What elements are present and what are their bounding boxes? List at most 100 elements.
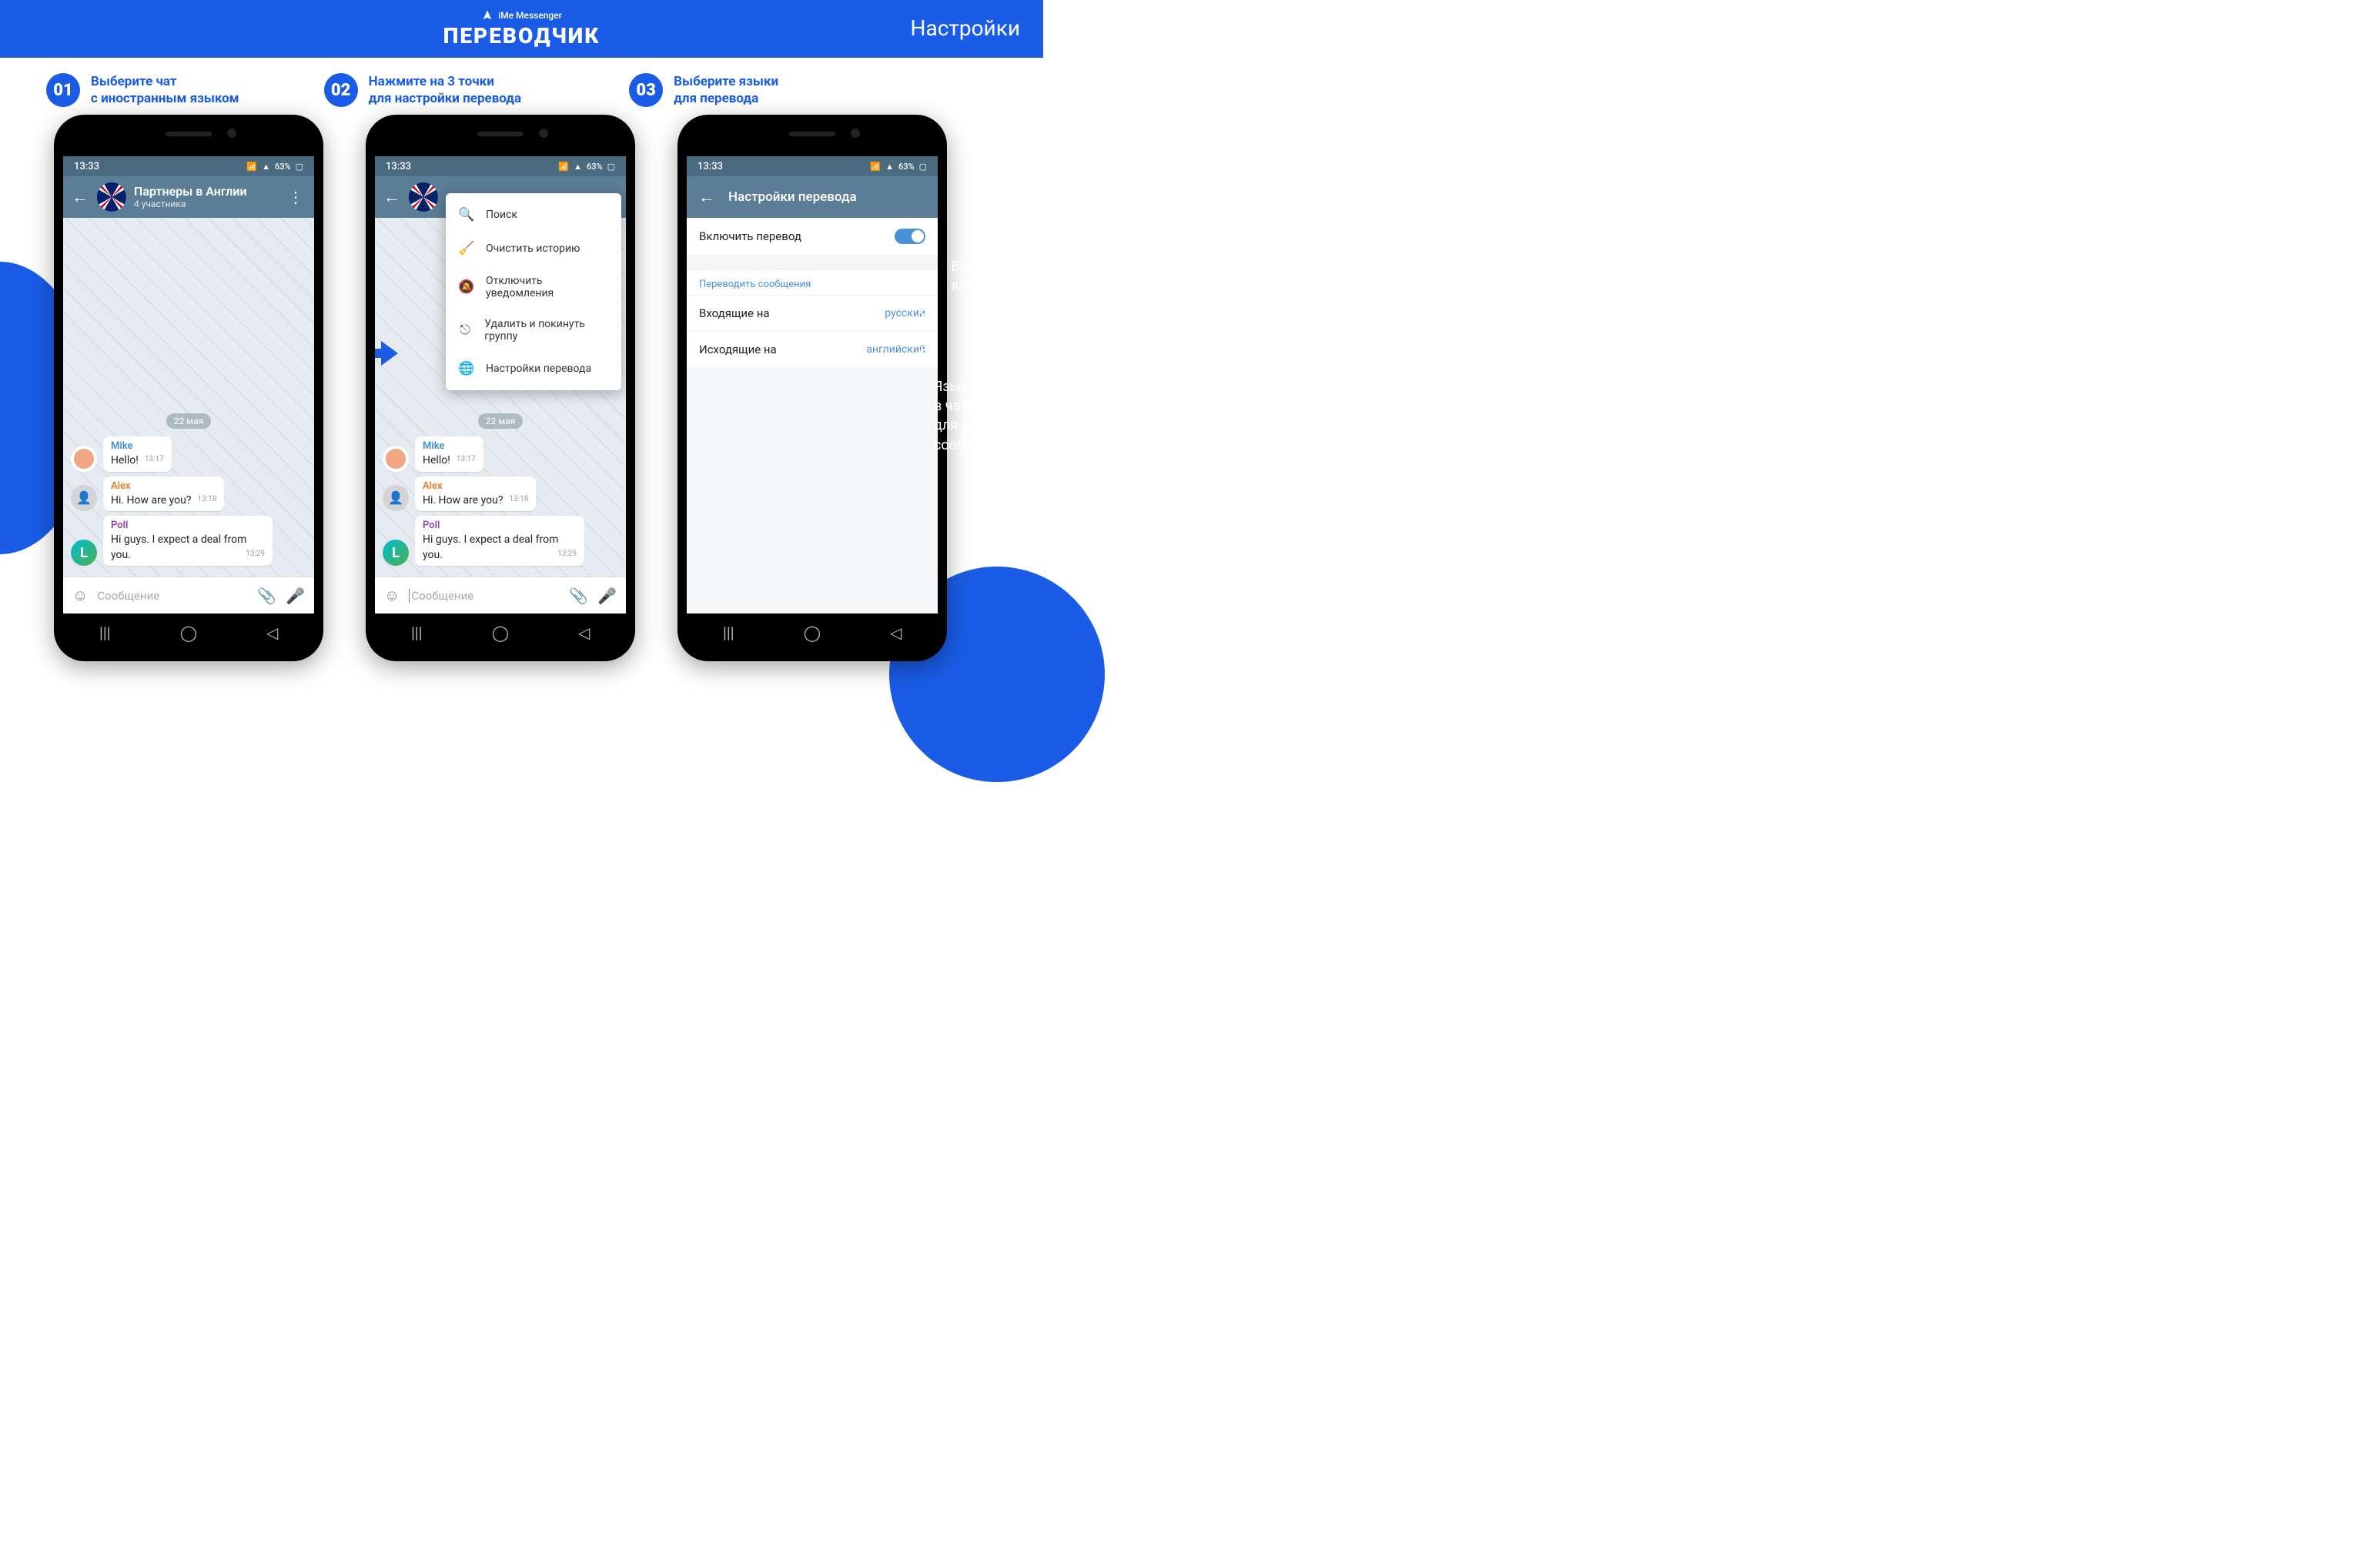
nav-home-icon[interactable]: ◯ xyxy=(491,624,510,642)
chat-header[interactable]: ← Партнеры в Англии 4 участника ⋮ xyxy=(63,176,314,218)
top-banner: iMe Messenger ПЕРЕВОДЧИК Настройки xyxy=(0,0,1043,58)
step-1: 01 Выберите чат с иностранным языком xyxy=(46,73,239,107)
message-alex[interactable]: 👤 Alex Hi. How are you? 13:18 xyxy=(71,476,306,511)
annotation-connector-dot xyxy=(920,349,928,356)
date-pill: 22 мая xyxy=(478,413,523,429)
outgoing-language-label: Исходящие на xyxy=(699,343,777,356)
message-time: 13:18 xyxy=(198,495,217,503)
pointer-arrow-icon xyxy=(375,339,398,367)
step-3-text: Выберите языки для перевода xyxy=(674,73,778,107)
step-1-number: 01 xyxy=(46,73,80,107)
status-icons: 📶 ▲ 63% ▢ xyxy=(246,162,303,172)
enable-translation-label: Включить перевод xyxy=(699,229,801,243)
message-input-bar[interactable]: ☺ Сообщение 📎 🎤 xyxy=(63,577,314,613)
menu-search[interactable]: 🔍 Поиск xyxy=(446,198,621,232)
message-mike[interactable]: Mike Hello! 13:17 xyxy=(383,436,618,471)
back-arrow-icon[interactable]: ← xyxy=(71,187,89,207)
step-1-text: Выберите чат с иностранным языком xyxy=(91,73,239,107)
avatar-alex[interactable]: 👤 xyxy=(383,485,409,511)
status-time: 13:33 xyxy=(698,161,723,172)
screen-3: 13:33 📶 ▲ 63% ▢ ← Настройки перевода Вкл… xyxy=(687,156,938,613)
message-poll[interactable]: L Poll Hi guys. I expect a deal from you… xyxy=(71,516,306,566)
mic-icon[interactable]: 🎤 xyxy=(286,587,305,605)
emoji-icon[interactable]: ☺ xyxy=(384,586,400,605)
message-text: Hi guys. I expect a deal from you. xyxy=(423,533,558,561)
enable-translation-toggle[interactable] xyxy=(895,229,925,244)
wifi-icon: 📶 xyxy=(558,162,569,172)
nav-home-icon[interactable]: ◯ xyxy=(179,624,198,642)
nav-recents-icon[interactable]: ||| xyxy=(407,624,426,642)
menu-clear-history[interactable]: 🧹 Очистить историю xyxy=(446,232,621,266)
nav-home-icon[interactable]: ◯ xyxy=(803,624,821,642)
battery-icon: ▢ xyxy=(607,162,615,172)
outgoing-language-row[interactable]: Исходящие на английский xyxy=(687,331,938,367)
step-3: 03 Выберите языки для перевода xyxy=(629,73,778,107)
screen-2: 13:33 📶 ▲ 63% ▢ ← 🔍 Поиск xyxy=(375,156,626,613)
incoming-language-row[interactable]: Входящие на русский xyxy=(687,295,938,331)
sender-name: Poll xyxy=(423,520,577,531)
status-bar: 13:33 📶 ▲ 63% ▢ xyxy=(63,156,314,176)
menu-label: Настройки перевода xyxy=(486,363,591,375)
nav-back-icon[interactable]: ◁ xyxy=(263,624,282,642)
search-icon: 🔍 xyxy=(458,207,473,222)
avatar-mike[interactable] xyxy=(383,446,409,472)
battery-label: 63% xyxy=(275,162,291,172)
attach-icon[interactable]: 📎 xyxy=(569,587,588,605)
avatar-mike[interactable] xyxy=(71,446,97,472)
phone-speaker xyxy=(789,132,835,136)
message-mike[interactable]: Mike Hello! 13:17 xyxy=(71,436,306,471)
avatar-alex[interactable]: 👤 xyxy=(71,485,97,511)
status-icons: 📶 ▲ 63% ▢ xyxy=(870,162,927,172)
chat-avatar-uk-flag[interactable] xyxy=(97,182,126,212)
back-arrow-icon[interactable]: ← xyxy=(383,187,401,207)
wifi-icon: 📶 xyxy=(870,162,881,172)
message-time: 13:17 xyxy=(457,455,476,463)
brand: iMe Messenger xyxy=(443,9,601,22)
mic-icon[interactable]: 🎤 xyxy=(597,587,617,605)
sender-name: Poll xyxy=(111,520,265,531)
phone-1: 13:33 📶 ▲ 63% ▢ ← Партнеры в Англии 4 уч… xyxy=(54,115,323,661)
chat-avatar-uk-flag[interactable] xyxy=(409,182,438,212)
message-time: 13:17 xyxy=(145,455,164,463)
signal-icon: ▲ xyxy=(262,162,270,172)
annotation-chat-lang: Язык общения в чате, для ваших сообщений xyxy=(934,377,1029,455)
menu-mute[interactable]: 🔕 Отключить уведомления xyxy=(446,266,621,309)
back-arrow-icon[interactable]: ← xyxy=(698,187,716,207)
message-input-bar[interactable]: ☺ Сообщение 📎 🎤 xyxy=(375,577,626,613)
message-text: Hi. How are you? xyxy=(423,494,504,507)
brand-text: iMe Messenger xyxy=(498,10,562,21)
more-menu-icon[interactable]: ⋮ xyxy=(285,188,306,206)
menu-label: Очистить историю xyxy=(486,242,580,255)
message-poll[interactable]: L Poll Hi guys. I expect a deal from you… xyxy=(383,516,618,566)
message-input-placeholder[interactable]: Сообщение xyxy=(409,589,560,603)
chat-body[interactable]: 22 мая Mike Hello! 13:17 👤 xyxy=(63,218,314,577)
nav-back-icon[interactable]: ◁ xyxy=(575,624,594,642)
enable-translation-row[interactable]: Включить перевод xyxy=(687,218,938,255)
message-text: Hello! xyxy=(111,454,139,466)
nav-recents-icon[interactable]: ||| xyxy=(719,624,738,642)
section-title: Переводить сообщения xyxy=(687,269,938,295)
annotation-native-lang: Ваш родной язык xyxy=(951,257,1029,296)
menu-translation-settings[interactable]: 🌐 Настройки перевода xyxy=(446,352,621,386)
banner-settings-label: Настройки xyxy=(911,15,1020,41)
outgoing-language-value: английский xyxy=(866,343,925,356)
brand-logo-icon xyxy=(481,9,493,22)
message-time: 13:29 xyxy=(246,550,265,558)
message-alex[interactable]: 👤 Alex Hi. How are you? 13:18 xyxy=(383,476,618,511)
message-text: Hi. How are you? xyxy=(111,494,192,507)
wifi-icon: 📶 xyxy=(246,162,257,172)
nav-back-icon[interactable]: ◁ xyxy=(887,624,905,642)
settings-header: ← Настройки перевода xyxy=(687,176,938,218)
status-bar: 13:33 📶 ▲ 63% ▢ xyxy=(375,156,626,176)
status-time: 13:33 xyxy=(386,161,411,172)
message-text: Hello! xyxy=(423,454,450,466)
avatar-poll[interactable]: L xyxy=(71,540,97,566)
attach-icon[interactable]: 📎 xyxy=(257,587,276,605)
emoji-icon[interactable]: ☺ xyxy=(72,586,88,605)
message-input-placeholder[interactable]: Сообщение xyxy=(97,589,248,603)
menu-leave-group[interactable]: ⎋ Удалить и покинуть группу xyxy=(446,309,621,352)
avatar-poll[interactable]: L xyxy=(383,540,409,566)
battery-label: 63% xyxy=(587,162,603,172)
nav-recents-icon[interactable]: ||| xyxy=(95,624,114,642)
translate-icon: 🌐 xyxy=(458,361,473,376)
